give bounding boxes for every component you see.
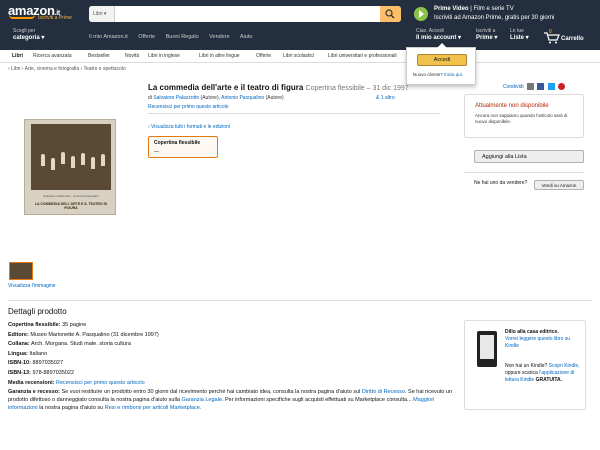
warranty-link[interactable]: Garanzia Legale <box>182 397 222 403</box>
sell-link[interactable]: Vendere <box>209 34 230 40</box>
help-link[interactable]: Aiuto <box>240 34 253 40</box>
prime-menu[interactable]: Iscriviti a Prime ▾ <box>476 28 497 41</box>
signin-button[interactable]: Accedi <box>417 54 467 66</box>
detail-row: Media recensioni: Recensisci per primo q… <box>8 379 145 386</box>
shop-by-category[interactable]: Scegli per categoria ▾ <box>13 28 44 41</box>
search-category-select[interactable]: Libri ▾ <box>89 6 115 22</box>
subnav-bestsellers[interactable]: Bestseller <box>88 53 110 59</box>
lists-menu[interactable]: Le tue Liste ▾ <box>510 28 529 41</box>
author-link-palazzotto[interactable]: Salvatore Palazzotto <box>153 95 199 101</box>
divider <box>464 172 584 173</box>
amazon-smile-icon <box>9 15 35 19</box>
discover-kindle-link[interactable]: Scopri Kindle, <box>549 363 580 369</box>
details-heading: Dettagli prodotto <box>8 307 67 316</box>
buy-box: Attualmente non disponibile Ancora non s… <box>464 94 584 138</box>
add-to-list-button[interactable]: Aggiungi alla Lista <box>474 150 584 163</box>
availability-desc: Ancora non sappiamo quando l'articolo sa… <box>475 113 568 124</box>
kindle-box: Dillo alla casa editrice. Vorrei leggere… <box>464 320 586 410</box>
facebook-icon[interactable] <box>537 83 545 90</box>
image-thumbnail[interactable] <box>9 262 33 280</box>
subnav-university-books[interactable]: Libri universitari e professionali <box>328 53 397 59</box>
subnav-advanced-search[interactable]: Ricerca avanzata <box>33 53 72 59</box>
gift-cards-link[interactable]: Buoni Regalo <box>166 34 199 40</box>
breadcrumb[interactable]: ‹ Libri › Arte, cinema e fotografia › Te… <box>8 66 126 72</box>
my-amazon-link[interactable]: Il mio Amazon.it <box>89 34 128 40</box>
books-subnav: Libri Ricerca avanzata Bestseller Novità… <box>0 50 600 63</box>
subnav-english-books[interactable]: Libri in inglese <box>148 53 180 59</box>
account-menu[interactable]: Ciao. Accedi Il mio account ▾ <box>416 28 461 41</box>
sell-question: Ne hai uno da vendere? <box>474 180 528 186</box>
subnav-deals[interactable]: Offerte <box>256 53 271 59</box>
subnav-school-books[interactable]: Libri scolastici <box>283 53 314 59</box>
marketplace-returns-link[interactable]: Resi e rimborsi per articoli Marketplace… <box>105 405 202 411</box>
email-icon[interactable] <box>526 83 534 90</box>
product-authors: di Salvatore Palazzotto (Autore), Antoni… <box>148 95 284 101</box>
all-formats-link[interactable]: › Visualizza tutti i formati e le edizio… <box>148 124 230 130</box>
deals-link[interactable]: Offerte <box>138 34 155 40</box>
cart-count: 0 <box>549 29 552 35</box>
share-bar: Condividi <box>503 83 566 90</box>
detail-row: Collana: Arch. Morgana. Studi mate. stor… <box>8 341 131 348</box>
availability-status: Attualmente non disponibile <box>475 103 549 109</box>
play-icon <box>414 7 428 21</box>
twitter-icon[interactable] <box>547 83 555 90</box>
view-image-link[interactable]: Visualizza l'immagine <box>8 283 56 289</box>
format-selector-paperback[interactable]: Copertina flessibile — <box>148 136 218 158</box>
pinterest-icon[interactable] <box>558 83 566 90</box>
detail-row: Lingua: Italiano <box>8 350 48 357</box>
signin-popover: Accedi Nuovo cliente? Inizia qui. <box>406 43 476 85</box>
book-cover-image[interactable]: Salvatore Palazzotto · Antonio Pasqualin… <box>24 119 116 215</box>
join-prime-link[interactable]: Iscriviti a Prime <box>38 15 72 21</box>
review-link[interactable]: Recensisci per primo questo articolo <box>56 380 145 386</box>
divider <box>148 113 440 114</box>
kindle-device-icon <box>477 331 497 367</box>
author-link-pasqualino[interactable]: Antonio Pasqualino <box>221 95 264 101</box>
subnav-books[interactable]: Libri <box>12 53 23 59</box>
divider <box>8 300 592 301</box>
more-authors-link[interactable]: & 1 altro <box>376 95 395 101</box>
sell-on-amazon-button[interactable]: Vendi su Amazon <box>534 180 584 190</box>
guarantee-row: Garanzia e recesso: Se vuoi restituire u… <box>8 389 453 412</box>
subnav-other-languages[interactable]: Libri in altre lingue <box>199 53 240 59</box>
detail-row: Copertina flessibile: 35 pagine <box>8 322 87 328</box>
detail-row: ISBN-10: 8897035027 <box>8 360 64 367</box>
share-link[interactable]: Condividi <box>503 84 524 90</box>
prime-video-banner[interactable]: Prime Video | Film e serie TV Iscriviti … <box>410 4 600 26</box>
header-bar: amazon.it Iscriviti a Prime Libri ▾ Prim… <box>0 0 600 50</box>
kindle-request-link[interactable]: Vorrei leggere questo libro su Kindle <box>505 336 583 350</box>
search-bar: Libri ▾ <box>89 6 401 22</box>
start-here-link[interactable]: Inizia qui. <box>444 72 463 77</box>
search-button[interactable] <box>380 6 401 22</box>
withdrawal-link[interactable]: Diritto di Recesso <box>362 389 405 395</box>
search-icon <box>385 9 395 19</box>
top-links: Il mio Amazon.it Offerte Buoni Regalo Ve… <box>89 34 261 40</box>
first-review-link[interactable]: Recensisci per primo questo articolo <box>148 104 229 110</box>
product-details-list: Copertina flessibile: 35 pagine Editore:… <box>8 321 456 412</box>
product-title: La commedia dell'arte e il teatro di fig… <box>148 83 409 92</box>
subnav-new[interactable]: Novità <box>125 53 139 59</box>
cover-illustration <box>31 124 111 190</box>
detail-row: ISBN-13: 978-8897035022 <box>8 369 75 376</box>
detail-row: Editore: Museo Marionette A. Pasqualino … <box>8 331 159 338</box>
